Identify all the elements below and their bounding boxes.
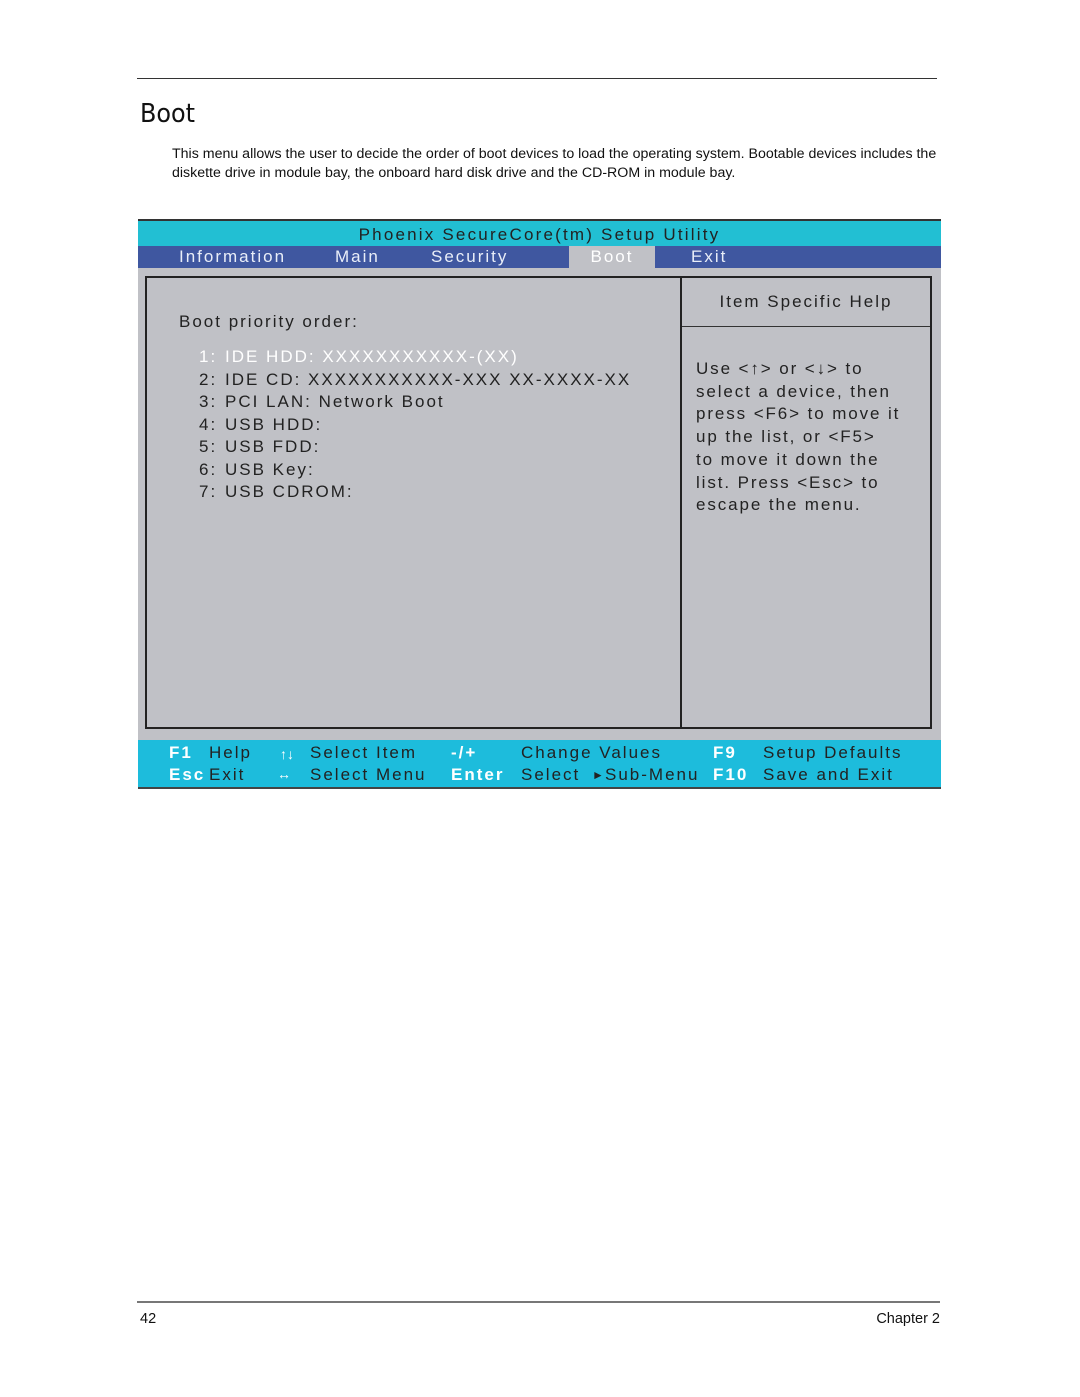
- up-down-arrows-icon: ↑↓: [280, 746, 294, 762]
- boot-item[interactable]: 5: USB FDD:: [199, 436, 631, 459]
- boot-item-number: 5:: [199, 437, 218, 456]
- bios-screenshot: Phoenix SecureCore(tm) Setup Utility Inf…: [138, 219, 941, 789]
- boot-item-label: USB FDD:: [225, 437, 321, 456]
- boot-item-number: 7:: [199, 482, 218, 501]
- help-title: Item Specific Help: [719, 292, 893, 311]
- triangle-right-icon: ►: [592, 768, 606, 782]
- bios-title: Phoenix SecureCore(tm) Setup Utility: [358, 225, 721, 244]
- boot-item-label: IDE HDD: XXXXXXXXXXX-(XX): [225, 347, 519, 366]
- boot-list: 1: IDE HDD: XXXXXXXXXXX-(XX) 2: IDE CD: XX…: [199, 346, 631, 504]
- sub-menu-hint: Sub-Menu: [605, 765, 700, 784]
- chapter-label: Chapter 2: [876, 1311, 940, 1327]
- help-panel: Item Specific Help Use <↑> or <↓> to sel…: [680, 276, 932, 729]
- menu-tab-information[interactable]: Information: [179, 246, 286, 268]
- boot-item[interactable]: 6: USB Key:: [199, 459, 631, 482]
- f1-key: F1: [169, 743, 193, 762]
- bios-footer-bar: F1 Help ↑↓ Select Item -/+ Change Values…: [138, 740, 941, 789]
- boot-priority-label: Boot priority order:: [179, 312, 359, 331]
- save-exit-hint: Save and Exit: [763, 765, 894, 784]
- boot-item-number: 3:: [199, 392, 218, 411]
- intro-paragraph: This menu allows the user to decide the …: [172, 146, 937, 181]
- bios-title-bar: Phoenix SecureCore(tm) Setup Utility: [138, 219, 941, 246]
- boot-item[interactable]: 1: IDE HDD: XXXXXXXXXXX-(XX): [199, 346, 631, 369]
- help-text: Use <↑> or <↓> to select a device, then …: [696, 359, 901, 515]
- bios-menu-bar: Information Main Security Boot Exit: [138, 246, 941, 268]
- menu-tab-exit[interactable]: Exit: [691, 246, 727, 268]
- menu-tab-boot[interactable]: Boot: [569, 246, 655, 268]
- boot-item-number: 1:: [199, 347, 218, 366]
- boot-item-label: USB Key:: [225, 459, 315, 479]
- exit-hint: Exit: [209, 765, 246, 784]
- boot-item-label: USB HDD:: [225, 414, 323, 434]
- select-menu-hint: Select Menu: [310, 765, 427, 784]
- setup-defaults-hint: Setup Defaults: [763, 743, 903, 762]
- boot-item-number: 4:: [199, 414, 218, 434]
- section-title: Boot: [140, 99, 196, 129]
- f10-key: F10: [713, 765, 749, 784]
- boot-item-number: 6:: [199, 459, 218, 479]
- menu-tab-main[interactable]: Main: [335, 246, 380, 268]
- help-hint: Help: [209, 743, 252, 762]
- header-rule: [137, 78, 937, 79]
- boot-item[interactable]: 7: USB CDROM:: [199, 481, 631, 504]
- left-right-arrow-icon: ↔: [277, 766, 291, 782]
- boot-item[interactable]: 4: USB HDD:: [199, 414, 631, 437]
- boot-panel: Boot priority order: 1: IDE HDD: XXXXXXXX…: [145, 276, 680, 729]
- page-number: 42: [140, 1311, 157, 1327]
- help-header: Item Specific Help: [682, 278, 930, 327]
- boot-item-number: 2:: [199, 369, 218, 389]
- boot-item-label: IDE CD: XXXXXXXXXXX-XXX XX-XXXX-XX: [225, 369, 632, 389]
- enter-key: Enter: [451, 765, 505, 784]
- menu-tab-security[interactable]: Security: [431, 246, 508, 268]
- select-hint: Select: [521, 765, 581, 784]
- esc-key: Esc: [169, 765, 206, 784]
- change-values-hint: Change Values: [521, 743, 662, 762]
- boot-item[interactable]: 3: PCI LAN: Network Boot: [199, 391, 631, 414]
- footer-rule: [137, 1301, 940, 1303]
- select-item-hint: Select Item: [310, 743, 418, 762]
- boot-item[interactable]: 2: IDE CD: XXXXXXXXXXX-XXX XX-XXXX-XX: [199, 369, 631, 392]
- boot-item-label: USB CDROM:: [225, 482, 354, 501]
- minus-plus-key: -/+: [451, 743, 478, 762]
- boot-item-label: PCI LAN: Network Boot: [225, 392, 445, 411]
- f9-key: F9: [713, 743, 737, 762]
